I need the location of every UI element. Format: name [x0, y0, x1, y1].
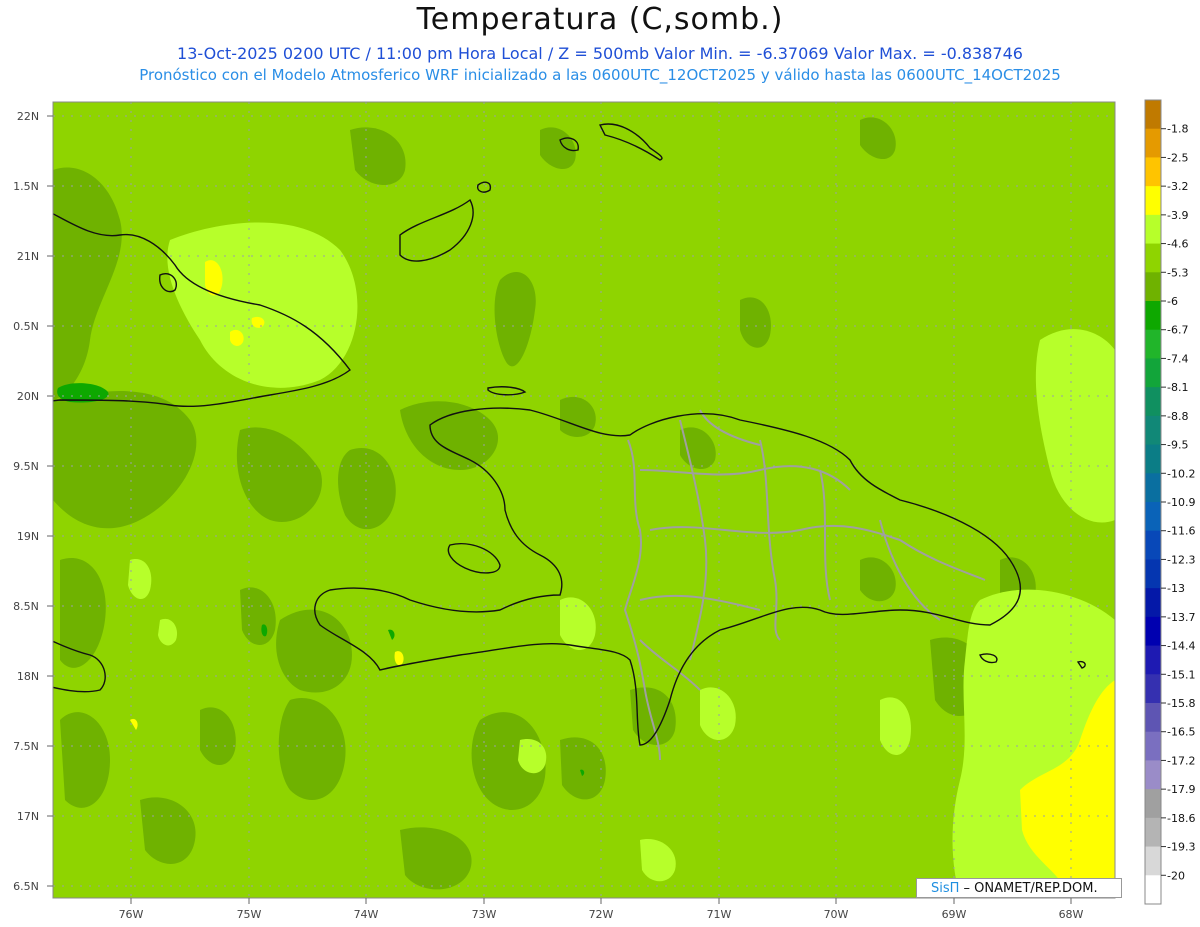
colorbar-label: -6: [1167, 295, 1178, 308]
colorbar-label: -1.8: [1167, 123, 1188, 136]
colorbar-swatch: [1145, 157, 1161, 187]
colorbar-label: -3.9: [1167, 209, 1188, 222]
colorbar-label: -17.9: [1167, 783, 1195, 796]
lat-label: 0.5N: [13, 320, 39, 333]
colorbar-swatch: [1145, 875, 1161, 905]
lat-label: 20N: [17, 390, 39, 403]
lat-label: 7.5N: [13, 740, 39, 753]
lat-label: 19N: [17, 530, 39, 543]
lon-label: 74W: [354, 908, 379, 921]
lat-label: 17N: [17, 810, 39, 823]
temperature-field: [53, 102, 1115, 898]
colorbar-swatch: [1145, 272, 1161, 302]
colorbar-label: -8.1: [1167, 381, 1188, 394]
lon-label: 73W: [472, 908, 497, 921]
lat-label: 8.5N: [13, 600, 39, 613]
colorbar-swatch: [1145, 731, 1161, 761]
colorbar-label: -5.3: [1167, 266, 1188, 279]
colorbar-label: -20: [1167, 869, 1185, 882]
colorbar-label: -9.5: [1167, 439, 1188, 452]
credit-box: SisΠ – ONAMET/REP.DOM.: [916, 878, 1122, 898]
colorbar-swatch: [1145, 530, 1161, 560]
longitude-axis: 76W 75W 74W 73W 72W 71W 70W 69W 68W: [119, 898, 1084, 921]
latitude-axis: 22N 1.5N 21N 0.5N 20N 9.5N 19N 8.5N 18N …: [13, 110, 53, 893]
colorbar-swatch: [1145, 473, 1161, 503]
brand-name: SisΠ: [931, 881, 960, 896]
colorbar-label: -8.8: [1167, 410, 1188, 423]
colorbar-label: -19.3: [1167, 841, 1195, 854]
colorbar-swatch: [1145, 329, 1161, 359]
colorbar-swatch: [1145, 760, 1161, 790]
colorbar-swatch: [1145, 789, 1161, 819]
model-info-line: Pronóstico con el Modelo Atmosferico WRF…: [139, 66, 1061, 84]
colorbar-swatch: [1145, 588, 1161, 618]
colorbar: -1.8 -2.5 -3.2 -3.9 -4.6 -5.3 -6 -6.7 -7.4 -8.1 -8…: [1144, 99, 1195, 905]
colorbar-swatch: [1145, 214, 1161, 245]
lat-label: 6.5N: [13, 880, 39, 893]
colorbar-swatch: [1145, 186, 1161, 216]
colorbar-label: -18.6: [1167, 812, 1195, 825]
forecast-map: 22N 1.5N 21N 0.5N 20N 9.5N 19N 8.5N 18N …: [13, 99, 1195, 921]
colorbar-label: -13.7: [1167, 611, 1195, 624]
colorbar-label: -14.4: [1167, 640, 1195, 653]
map-title: Temperatura (C,somb.): [416, 2, 784, 37]
valid-time-line: 13-Oct-2025 0200 UTC / 11:00 pm Hora Loc…: [177, 44, 1023, 63]
colorbar-label: -6.7: [1167, 324, 1188, 337]
colorbar-label: -3.2: [1167, 180, 1188, 193]
colorbar-swatch: [1145, 301, 1161, 331]
lon-label: 70W: [824, 908, 849, 921]
colorbar-label: -10.9: [1167, 496, 1195, 509]
colorbar-swatch: [1145, 559, 1161, 589]
colorbar-label: -16.5: [1167, 726, 1195, 739]
colorbar-label: -7.4: [1167, 352, 1188, 365]
lat-label: 9.5N: [13, 460, 39, 473]
colorbar-swatch: [1145, 100, 1161, 130]
colorbar-swatch: [1145, 444, 1161, 474]
colorbar-label: -10.2: [1167, 467, 1195, 480]
lon-label: 76W: [119, 908, 144, 921]
colorbar-swatch: [1145, 128, 1161, 158]
colorbar-label: -11.6: [1167, 525, 1195, 538]
colorbar-label: -15.1: [1167, 668, 1195, 681]
colorbar-swatch: [1145, 415, 1161, 446]
colorbar-swatch: [1145, 616, 1161, 647]
lat-label: 1.5N: [13, 180, 39, 193]
colorbar-swatch: [1145, 358, 1161, 388]
lon-label: 72W: [589, 908, 614, 921]
lat-label: 18N: [17, 670, 39, 683]
colorbar-swatch: [1145, 846, 1161, 876]
colorbar-label: -17.2: [1167, 754, 1195, 767]
lon-label: 75W: [237, 908, 262, 921]
lat-label: 21N: [17, 250, 39, 263]
colorbar-swatch: [1145, 703, 1161, 733]
lat-label: 22N: [17, 110, 39, 123]
colorbar-swatch: [1145, 645, 1161, 675]
colorbar-swatch: [1145, 674, 1161, 704]
colorbar-label: -2.5: [1167, 151, 1188, 164]
colorbar-label: -4.6: [1167, 238, 1188, 251]
colorbar-label: -13: [1167, 582, 1185, 595]
colorbar-swatch: [1145, 387, 1161, 417]
lon-label: 69W: [942, 908, 967, 921]
colorbar-swatch: [1145, 502, 1161, 532]
colorbar-swatch: [1145, 243, 1161, 273]
credit-text: – ONAMET/REP.DOM.: [959, 881, 1098, 896]
lon-label: 71W: [707, 908, 732, 921]
colorbar-label: -12.3: [1167, 553, 1195, 566]
lon-label: 68W: [1059, 908, 1084, 921]
colorbar-swatch: [1145, 817, 1161, 848]
colorbar-label: -15.8: [1167, 697, 1195, 710]
